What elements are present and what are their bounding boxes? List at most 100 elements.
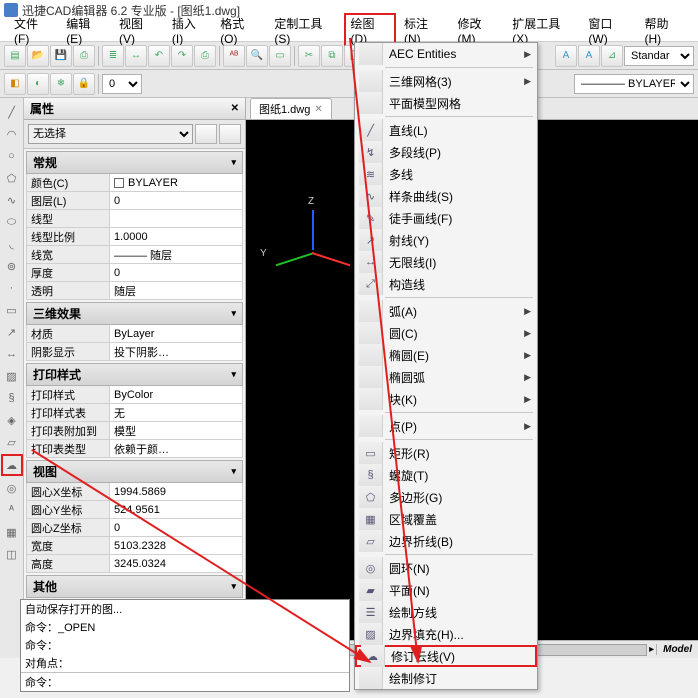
prop-row[interactable]: 圆心Z坐标0 bbox=[26, 519, 243, 537]
tool-xline[interactable]: ↔ bbox=[2, 344, 22, 364]
menu-item-平面N[interactable]: ▰平面(N) bbox=[355, 579, 537, 601]
tool-text[interactable]: ᴬ bbox=[2, 500, 22, 520]
layer-num[interactable]: 0 bbox=[102, 74, 142, 94]
menu-item-构造线[interactable]: ⤢构造线 bbox=[355, 273, 537, 295]
tool-rect[interactable]: ▭ bbox=[2, 300, 22, 320]
tb-layer-lock[interactable]: 🔒 bbox=[73, 73, 95, 95]
menu-item-多线[interactable]: ≋多线 bbox=[355, 163, 537, 185]
prop-row[interactable]: 阴影显示投下阴影… bbox=[26, 343, 243, 361]
prop-row[interactable]: 宽度5103.2328 bbox=[26, 537, 243, 555]
section-head-general[interactable]: 常规▾ bbox=[26, 151, 243, 174]
tool-spline[interactable]: ∿ bbox=[2, 190, 22, 210]
properties-close-icon[interactable]: ✕ bbox=[231, 103, 239, 114]
menu-item-直线L[interactable]: ╱直线(L) bbox=[355, 119, 537, 141]
prop-row[interactable]: 线宽——— 随层 bbox=[26, 246, 243, 264]
selection-combo[interactable]: 无选择 bbox=[28, 124, 193, 144]
tool-boundary[interactable]: ▱ bbox=[2, 432, 22, 452]
prop-value[interactable]: 依赖于颜… bbox=[110, 440, 243, 458]
sel-filter-icon[interactable] bbox=[219, 124, 241, 144]
menu-item-多段线P[interactable]: ↯多段线(P) bbox=[355, 141, 537, 163]
tool-line[interactable]: ╱ bbox=[2, 102, 22, 122]
tb-print[interactable]: ⎙ bbox=[194, 45, 216, 67]
menu-format[interactable]: 格式(O) bbox=[214, 13, 266, 48]
tool-ring[interactable]: ◎ bbox=[2, 478, 22, 498]
menu-item-射线Y[interactable]: ↗射线(Y) bbox=[355, 229, 537, 251]
model-tab[interactable]: Model bbox=[656, 644, 698, 655]
prop-row[interactable]: 圆心Y坐标524.9561 bbox=[26, 501, 243, 519]
prop-row[interactable]: 厚度0 bbox=[26, 264, 243, 282]
menu-item-样条曲线S[interactable]: ∿样条曲线(S) bbox=[355, 185, 537, 207]
prop-row[interactable]: 线型比例1.0000 bbox=[26, 228, 243, 246]
prop-row[interactable]: 图层(L)0 bbox=[26, 192, 243, 210]
section-head-other[interactable]: 其他▾ bbox=[26, 575, 243, 598]
prop-value[interactable]: 524.9561 bbox=[110, 501, 243, 519]
menu-item-圆C[interactable]: 圆(C)▶ bbox=[355, 322, 537, 344]
tb-select[interactable]: ▭ bbox=[269, 45, 291, 67]
prop-value[interactable]: 5103.2328 bbox=[110, 537, 243, 555]
tb-layer-frz[interactable]: ❄ bbox=[50, 73, 72, 95]
prop-value[interactable]: 无 bbox=[110, 404, 243, 422]
menu-item-矩形R[interactable]: ▭矩形(R) bbox=[355, 442, 537, 464]
tb-dim-a[interactable]: A bbox=[555, 45, 577, 67]
tool-ellipse[interactable]: ⬭ bbox=[2, 212, 22, 232]
prop-value[interactable]: 投下阴影… bbox=[110, 343, 243, 361]
menu-item-绘制方线[interactable]: ☰绘制方线 bbox=[355, 601, 537, 623]
tool-poly[interactable]: ⬠ bbox=[2, 168, 22, 188]
tb-cut[interactable]: ✂ bbox=[298, 45, 320, 67]
menu-item-无限线I[interactable]: ↔无限线(I) bbox=[355, 251, 537, 273]
prop-value[interactable]: 0 bbox=[110, 519, 243, 537]
menu-item-椭圆E[interactable]: 椭圆(E)▶ bbox=[355, 344, 537, 366]
menu-item-螺旋T[interactable]: §螺旋(T) bbox=[355, 464, 537, 486]
prop-value[interactable]: 1.0000 bbox=[110, 228, 243, 246]
menu-item-圆环N[interactable]: ◎圆环(N) bbox=[355, 557, 537, 579]
menu-help[interactable]: 帮助(H) bbox=[639, 13, 691, 48]
tool-earc[interactable]: ◟ bbox=[2, 234, 22, 254]
command-input[interactable] bbox=[62, 673, 349, 691]
menu-item-边界折线B[interactable]: ▱边界折线(B) bbox=[355, 530, 537, 552]
section-head-threeD[interactable]: 三维效果▾ bbox=[26, 302, 243, 325]
tb-saveas[interactable]: ⎙ bbox=[73, 45, 95, 67]
doc-tab[interactable]: 图纸1.dwg ✕ bbox=[250, 98, 332, 119]
menu-item-修订云线V[interactable]: ☁修订云线(V) bbox=[355, 645, 537, 667]
menu-item-椭圆弧[interactable]: 椭圆弧▶ bbox=[355, 366, 537, 388]
menu-view[interactable]: 视图(V) bbox=[113, 13, 164, 48]
tb-open[interactable]: 📂 bbox=[27, 45, 49, 67]
tool-revcloud[interactable]: ☁ bbox=[1, 454, 23, 476]
menu-edit[interactable]: 编辑(E) bbox=[60, 13, 111, 48]
style-combo[interactable]: Standar bbox=[624, 46, 694, 66]
menu-item-区域覆盖[interactable]: ▦区域覆盖 bbox=[355, 508, 537, 530]
tb-measure[interactable]: ⊿ bbox=[601, 45, 623, 67]
tb-copy[interactable]: ⧉ bbox=[321, 45, 343, 67]
menu-item-AECEntities[interactable]: AEC Entities▶ bbox=[355, 43, 537, 65]
tb-dim-b[interactable]: A bbox=[578, 45, 600, 67]
menu-item-三维网格[interactable]: 三维网格(3)▶ bbox=[355, 70, 537, 92]
prop-row[interactable]: 打印样式表无 bbox=[26, 404, 243, 422]
prop-value[interactable] bbox=[110, 210, 243, 228]
scroll-right-icon[interactable]: ▸ bbox=[649, 644, 654, 655]
tool-ray[interactable]: ↗ bbox=[2, 322, 22, 342]
prop-row[interactable]: 材质ByLayer bbox=[26, 325, 243, 343]
section-head-viewG[interactable]: 视图▾ bbox=[26, 460, 243, 483]
menu-insert[interactable]: 插入(I) bbox=[166, 13, 212, 48]
tb-redo[interactable]: ↷ bbox=[171, 45, 193, 67]
prop-row[interactable]: 打印表附加到模型 bbox=[26, 422, 243, 440]
bylayer-combo[interactable]: ———— BYLAYER bbox=[574, 74, 694, 94]
prop-value[interactable]: BYLAYER bbox=[110, 174, 243, 192]
tb-save[interactable]: 💾 bbox=[50, 45, 72, 67]
tool-pt[interactable]: · bbox=[2, 278, 22, 298]
tb-layers[interactable]: ≣ bbox=[102, 45, 124, 67]
menu-item-绘制修订[interactable]: 绘制修订 bbox=[355, 667, 537, 689]
menu-item-点P[interactable]: 点(P)▶ bbox=[355, 415, 537, 437]
menu-item-弧A[interactable]: 弧(A)▶ bbox=[355, 300, 537, 322]
prop-value[interactable]: 模型 bbox=[110, 422, 243, 440]
prop-value[interactable]: 0 bbox=[110, 264, 243, 282]
tb-text[interactable]: ᴬᴮ bbox=[223, 45, 245, 67]
prop-value[interactable]: ByLayer bbox=[110, 325, 243, 343]
tool-arc[interactable]: ◠ bbox=[2, 124, 22, 144]
menu-custom-tools[interactable]: 定制工具(S) bbox=[268, 13, 342, 48]
tb-new[interactable]: ▤ bbox=[4, 45, 26, 67]
menu-window[interactable]: 窗口(W) bbox=[582, 13, 636, 48]
tool-hatch[interactable]: ▨ bbox=[2, 366, 22, 386]
tb-layer-props[interactable]: ◧ bbox=[4, 73, 26, 95]
menu-item-徒手画线F[interactable]: ✎徒手画线(F) bbox=[355, 207, 537, 229]
